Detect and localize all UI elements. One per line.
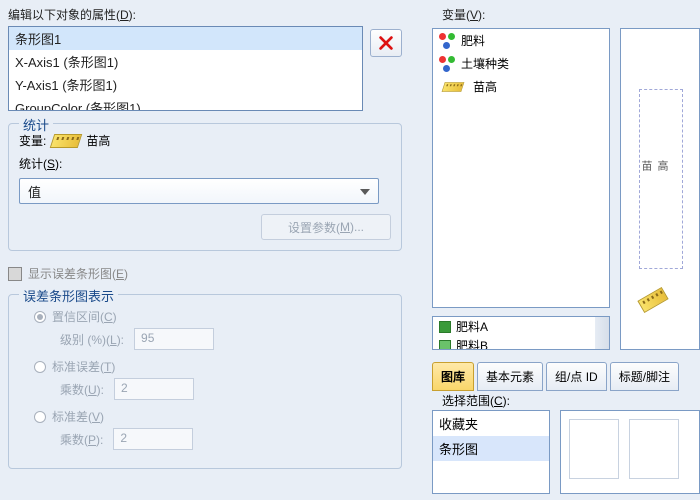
swatch-icon	[439, 340, 451, 351]
tab-group-id[interactable]: 组/点 ID	[546, 362, 607, 391]
error-repr-legend: 误差条形图表示	[19, 286, 118, 305]
edit-objects-label: 编辑以下对象的属性(D):	[8, 6, 402, 23]
object-list-item[interactable]: 条形图1	[9, 27, 362, 50]
statistics-legend: 统计	[19, 115, 53, 134]
multiplier-label: 乘数(U):	[60, 381, 104, 398]
y-axis-label: 苗	[638, 160, 654, 171]
tab-bar: 图库 基本元素 组/点 ID 标题/脚注	[432, 362, 679, 391]
object-list-item[interactable]: X-Axis1 (条形图1)	[9, 50, 362, 73]
variable-label: 变量:	[19, 132, 46, 149]
x-icon	[377, 34, 395, 52]
variable-list-item[interactable]: 苗高	[433, 75, 609, 98]
variable-list-item[interactable]: 肥料	[433, 29, 609, 52]
swatch-icon	[439, 321, 451, 333]
statistic-label: 统计(S):	[19, 155, 62, 172]
radio-icon	[34, 311, 46, 323]
gallery-thumbnail[interactable]	[569, 419, 619, 479]
gallery-thumbnails	[560, 410, 700, 494]
variable-value: 苗高	[86, 132, 110, 149]
chooser-list-item[interactable]: 条形图	[433, 436, 549, 461]
chooser-list-item[interactable]: 收藏夹	[433, 411, 549, 436]
chart-preview-area: 苗 高	[639, 89, 683, 269]
legend-list-item[interactable]: 肥料A	[433, 317, 609, 336]
radio-icon	[34, 411, 46, 423]
error-representation-group: 误差条形图表示 置信区间(C) 级别 (%)(L): 95 标准误差(T) 乘数…	[8, 294, 402, 469]
left-properties-panel: 编辑以下对象的属性(D): 条形图1 X-Axis1 (条形图1) Y-Axis…	[0, 0, 410, 500]
gallery-thumbnail[interactable]	[629, 419, 679, 479]
variable-list-item[interactable]: 土壤种类	[433, 52, 609, 75]
ci-radio: 置信区间(C)	[34, 308, 391, 325]
object-list-item[interactable]: Y-Axis1 (条形图1)	[9, 73, 362, 96]
gallery-category-listbox[interactable]: 收藏夹 条形图	[432, 410, 550, 494]
level-input: 95	[134, 328, 214, 350]
object-list-item[interactable]: GroupColor (条形图1)	[9, 96, 362, 111]
nominal-icon	[439, 56, 455, 72]
radio-icon	[34, 361, 46, 373]
y-axis-label-2: 高	[654, 160, 670, 171]
legend-list-item[interactable]: 肥料B	[433, 336, 609, 350]
group-listbox[interactable]: 肥料A 肥料B	[432, 316, 610, 350]
show-errorbars-checkbox[interactable]: 显示误差条形图(E)	[8, 265, 402, 282]
scrollbar[interactable]	[595, 317, 609, 349]
multiplier2-input: 2	[113, 428, 193, 450]
statistic-combo[interactable]: 值	[19, 178, 379, 204]
select-range-label: 选择范围(C):	[442, 392, 510, 409]
tab-titles[interactable]: 标题/脚注	[610, 362, 679, 391]
se-radio: 标准误差(T)	[34, 358, 391, 375]
level-label: 级别 (%)(L):	[60, 331, 124, 348]
scale-icon	[50, 134, 83, 148]
scale-icon	[637, 287, 668, 313]
set-params-button: 设置参数(M)...	[261, 214, 391, 240]
statistics-group: 统计 变量: 苗高 统计(S): 值 设置参数(M)...	[8, 123, 402, 251]
checkbox-icon	[8, 267, 22, 281]
right-build-panel: 变量(V): 肥料 土壤种类 苗高 苗 高 肥料A 肥料B 图库 基本元素 组/…	[410, 0, 700, 500]
variables-label: 变量(V):	[410, 0, 700, 26]
chart-canvas[interactable]: 苗 高	[620, 28, 700, 350]
scale-icon	[442, 82, 465, 92]
tab-gallery[interactable]: 图库	[432, 362, 474, 391]
tab-basic-elements[interactable]: 基本元素	[477, 362, 543, 391]
multiplier-input: 2	[114, 378, 194, 400]
nominal-icon	[439, 33, 455, 49]
multiplier2-label: 乘数(P):	[60, 431, 103, 448]
sd-radio: 标准差(V)	[34, 408, 391, 425]
object-listbox[interactable]: 条形图1 X-Axis1 (条形图1) Y-Axis1 (条形图1) Group…	[8, 26, 363, 111]
variable-listbox[interactable]: 肥料 土壤种类 苗高	[432, 28, 610, 308]
delete-button[interactable]	[370, 29, 402, 57]
